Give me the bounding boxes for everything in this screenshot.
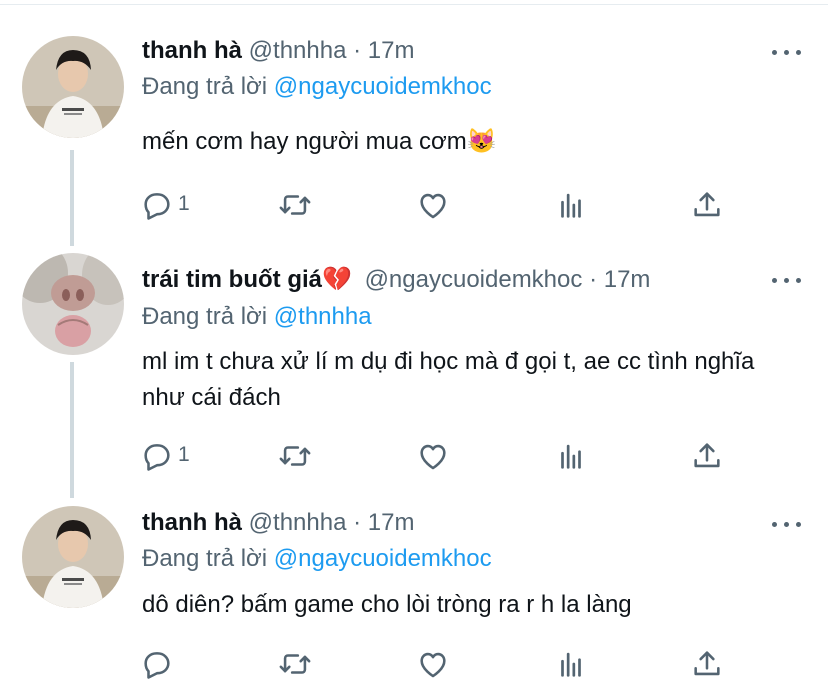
replying-mention[interactable]: @ngaycuoidemkhoc (274, 73, 492, 100)
reply-icon (140, 188, 174, 222)
retweet-button[interactable] (278, 647, 312, 681)
replying-to: Đang trả lời @thnhha (142, 302, 372, 332)
avatar[interactable] (22, 506, 124, 608)
views-icon (554, 647, 588, 681)
like-icon (416, 439, 450, 473)
tweet-header: thanh hà @thnhha · 17m (142, 36, 414, 66)
separator-dot: · (589, 266, 598, 293)
more-icon[interactable] (772, 273, 802, 287)
replying-to: Đang trả lời @ngaycuoidemkhoc (142, 72, 492, 102)
replying-mention[interactable]: @ngaycuoidemkhoc (274, 545, 492, 572)
reply-button[interactable] (140, 647, 174, 681)
reply-icon (140, 439, 174, 473)
tweet-text: mến cơm hay người mua cơm😻 (142, 128, 497, 155)
retweet-icon (278, 439, 312, 473)
tweet-text: ml im t chưa xử lí m dụ đi học mà đ gọi … (142, 348, 755, 411)
timestamp[interactable]: 17m (368, 37, 415, 64)
display-name[interactable]: trái tim buốt giá💔 (142, 266, 352, 293)
timestamp[interactable]: 17m (368, 509, 415, 536)
reply-icon (140, 647, 174, 681)
user-handle[interactable]: @thnhha (249, 509, 347, 536)
retweet-button[interactable] (278, 188, 312, 222)
share-icon (690, 439, 724, 473)
tweet-header: thanh hà @thnhha · 17m (142, 508, 414, 538)
avatar[interactable] (22, 253, 124, 355)
replying-prefix: Đang trả lời (142, 303, 268, 330)
more-icon[interactable] (772, 517, 802, 531)
display-name[interactable]: thanh hà (142, 509, 242, 536)
action-bar: 1 (140, 439, 740, 473)
reply-count: 1 (178, 192, 190, 215)
replying-prefix: Đang trả lời (142, 73, 268, 100)
action-bar (140, 647, 740, 681)
like-button[interactable] (416, 188, 450, 222)
replying-mention[interactable]: @thnhha (274, 303, 372, 330)
views-icon (554, 188, 588, 222)
reply-count: 1 (178, 443, 190, 466)
top-divider (0, 4, 828, 5)
timestamp[interactable]: 17m (604, 266, 651, 293)
views-button[interactable] (554, 188, 588, 222)
share-icon (690, 188, 724, 222)
like-button[interactable] (416, 647, 450, 681)
separator-dot: · (353, 509, 362, 536)
share-button[interactable] (690, 647, 724, 681)
tweet-header: trái tim buốt giá💔 @ngaycuoidemkhoc · 17… (142, 265, 650, 295)
thread-line (70, 362, 74, 498)
user-handle[interactable]: @thnhha (249, 37, 347, 64)
retweet-icon (278, 647, 312, 681)
user-handle[interactable]: @ngaycuoidemkhoc (365, 266, 583, 293)
retweet-button[interactable] (278, 439, 312, 473)
views-icon (554, 439, 588, 473)
thread-line (70, 150, 74, 246)
share-button[interactable] (690, 188, 724, 222)
views-button[interactable] (554, 439, 588, 473)
reply-button[interactable]: 1 (140, 439, 190, 473)
more-icon[interactable] (772, 45, 802, 59)
like-icon (416, 188, 450, 222)
like-button[interactable] (416, 439, 450, 473)
action-bar: 1 (140, 188, 740, 222)
display-name[interactable]: thanh hà (142, 37, 242, 64)
views-button[interactable] (554, 647, 588, 681)
tweet-text: dô diên? bấm game cho lòi tròng ra r h l… (142, 591, 632, 618)
share-button[interactable] (690, 439, 724, 473)
separator-dot: · (353, 37, 362, 64)
retweet-icon (278, 188, 312, 222)
avatar[interactable] (22, 36, 124, 138)
reply-button[interactable]: 1 (140, 188, 190, 222)
replying-prefix: Đang trả lời (142, 545, 268, 572)
like-icon (416, 647, 450, 681)
replying-to: Đang trả lời @ngaycuoidemkhoc (142, 544, 492, 574)
share-icon (690, 647, 724, 681)
